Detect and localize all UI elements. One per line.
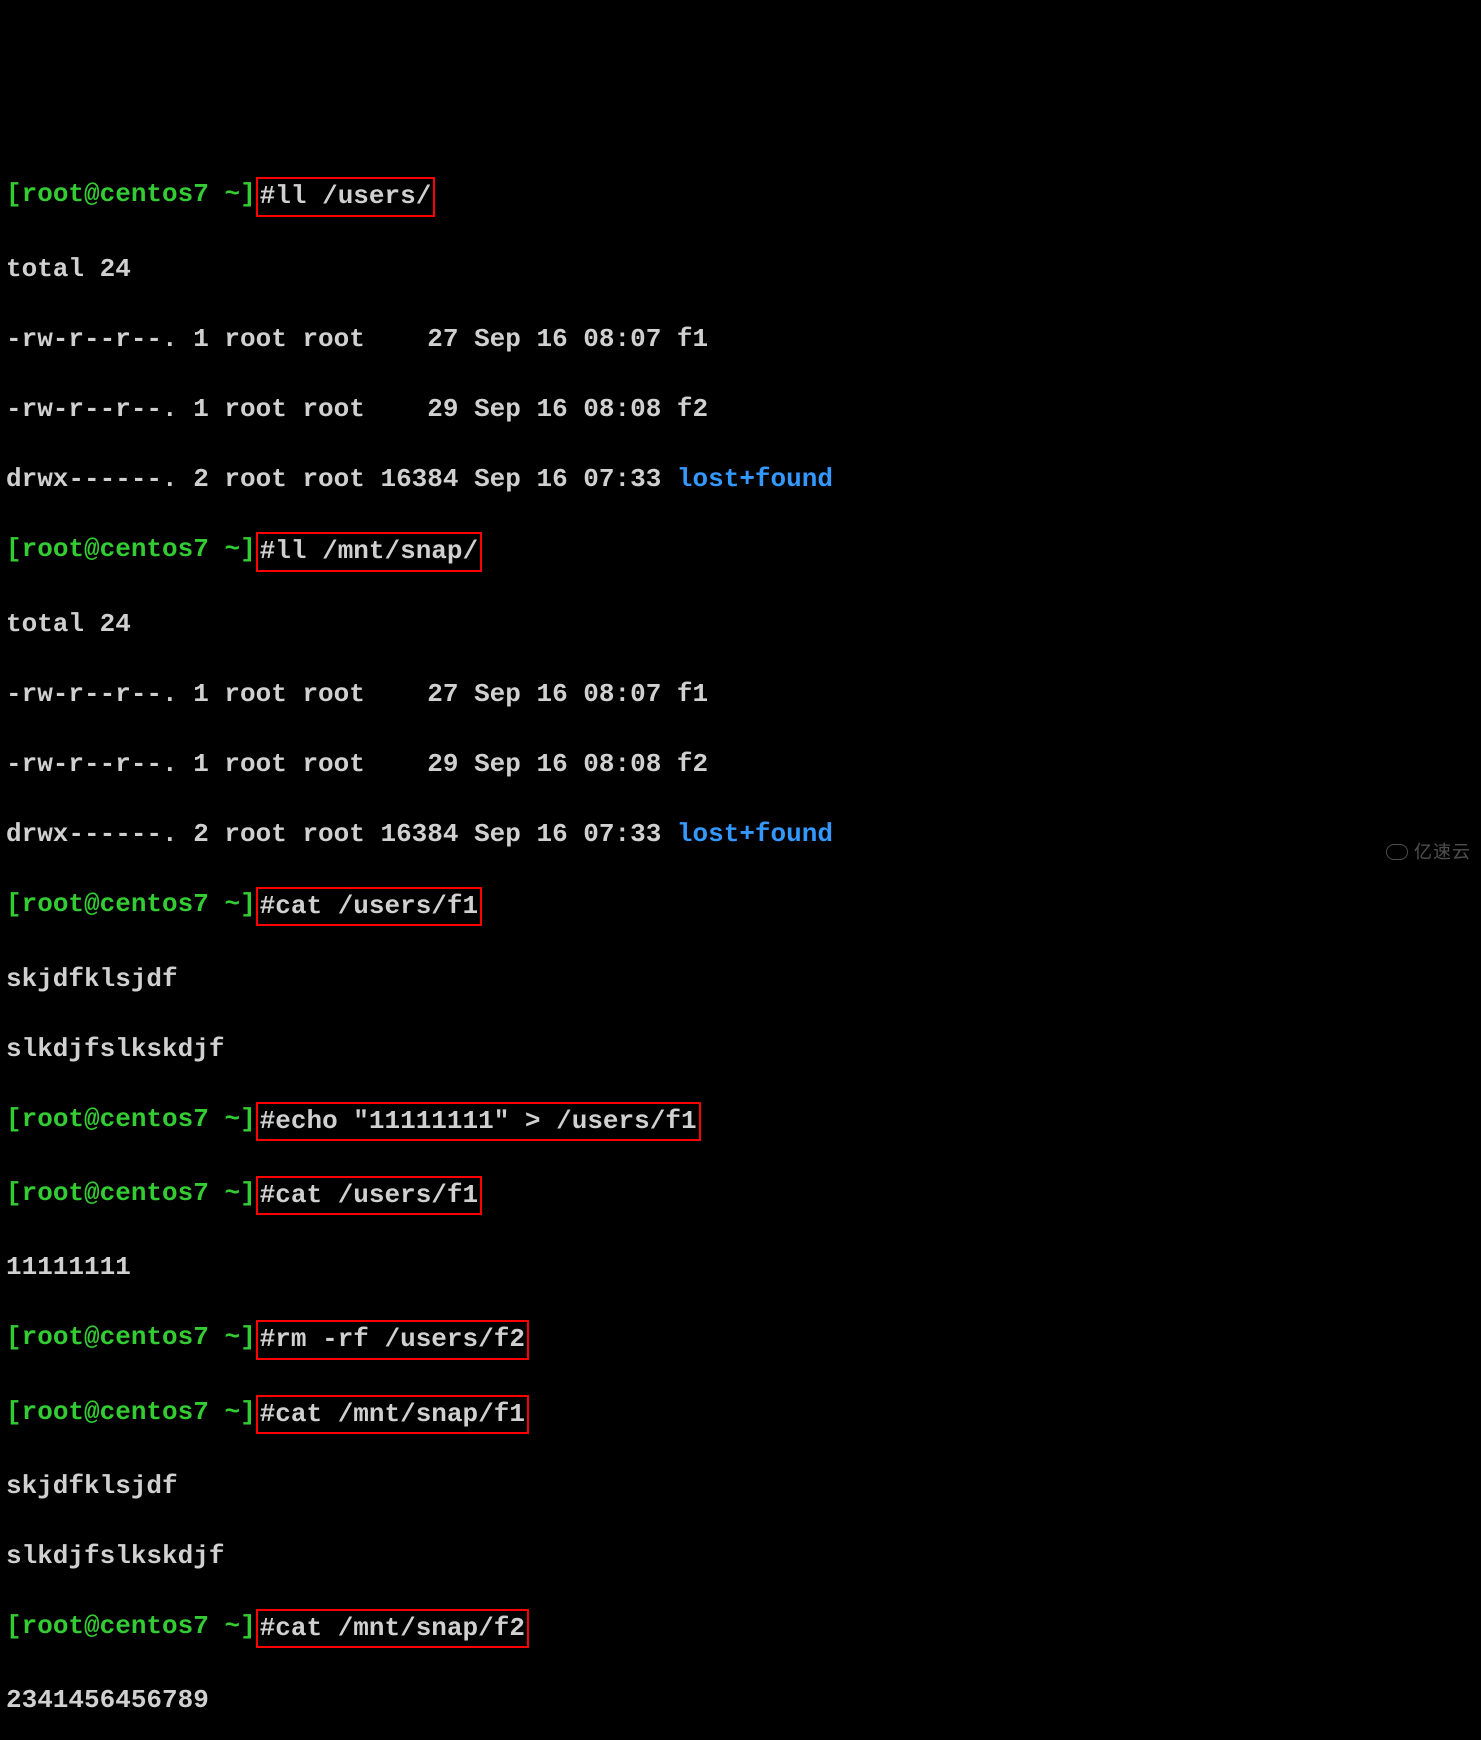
prompt-sep <box>209 1611 225 1641</box>
prompt-cwd: ~ <box>224 1397 240 1427</box>
highlighted-command: #rm -rf /users/f2 <box>256 1320 529 1359</box>
prompt-user-host: root@centos7 <box>22 1322 209 1352</box>
prompt-hash: # <box>260 1180 276 1210</box>
prompt-bracket-close: ] <box>240 889 256 919</box>
file-content-line: slkdjfslkskdjf <box>6 1032 1475 1067</box>
prompt-bracket-open: [ <box>6 534 22 564</box>
prompt-hash: # <box>260 536 276 566</box>
prompt-cwd: ~ <box>224 1178 240 1208</box>
prompt-bracket-close: ] <box>240 1322 256 1352</box>
prompt-sep <box>209 1322 225 1352</box>
line-cmd-7: [root@centos7 ~]#cat /mnt/snap/f1 <box>6 1395 1475 1434</box>
prompt-bracket-close: ] <box>240 534 256 564</box>
line-cmd-1: [root@centos7 ~]#ll /users/ <box>6 177 1475 216</box>
highlighted-command: #ll /users/ <box>256 177 436 216</box>
prompt-bracket-close: ] <box>240 1104 256 1134</box>
prompt-sep <box>209 179 225 209</box>
highlighted-command: #ll /mnt/snap/ <box>256 532 482 571</box>
command-text: rm -rf /users/f2 <box>275 1324 525 1354</box>
ls-dirname: lost+found <box>677 464 833 494</box>
output-total: total 24 <box>6 252 1475 287</box>
prompt-hash: # <box>260 1106 276 1136</box>
ls-row: -rw-r--r--. 1 root root 29 Sep 16 08:08 … <box>6 747 1475 782</box>
prompt-bracket-open: [ <box>6 1397 22 1427</box>
highlighted-command: #cat /mnt/snap/f1 <box>256 1395 529 1434</box>
prompt-user-host: root@centos7 <box>22 534 209 564</box>
ls-row-perm: drwx------. 2 root root 16384 Sep 16 07:… <box>6 464 677 494</box>
output-total: total 24 <box>6 607 1475 642</box>
command-text: ll /mnt/snap/ <box>275 536 478 566</box>
watermark: 亿速云 <box>1386 840 1471 864</box>
cloud-icon <box>1386 844 1408 860</box>
ls-row: -rw-r--r--. 1 root root 29 Sep 16 08:08 … <box>6 392 1475 427</box>
prompt-hash: # <box>260 891 276 921</box>
prompt-cwd: ~ <box>224 889 240 919</box>
command-text: ll /users/ <box>275 181 431 211</box>
line-cmd-5: [root@centos7 ~]#cat /users/f1 <box>6 1176 1475 1215</box>
ls-row-perm: drwx------. 2 root root 16384 Sep 16 07:… <box>6 819 677 849</box>
prompt-hash: # <box>260 1324 276 1354</box>
prompt-user-host: root@centos7 <box>22 1178 209 1208</box>
prompt-bracket-open: [ <box>6 179 22 209</box>
prompt-bracket-open: [ <box>6 1611 22 1641</box>
line-cmd-6: [root@centos7 ~]#rm -rf /users/f2 <box>6 1320 1475 1359</box>
prompt-bracket-open: [ <box>6 889 22 919</box>
prompt-bracket-close: ] <box>240 179 256 209</box>
prompt-bracket-close: ] <box>240 1178 256 1208</box>
prompt-hash: # <box>260 1613 276 1643</box>
prompt-sep <box>209 1104 225 1134</box>
prompt-sep <box>209 1178 225 1208</box>
prompt-cwd: ~ <box>224 1322 240 1352</box>
prompt-hash: # <box>260 181 276 211</box>
highlighted-command: #cat /users/f1 <box>256 1176 482 1215</box>
ls-dirname: lost+found <box>677 819 833 849</box>
prompt-bracket-open: [ <box>6 1178 22 1208</box>
prompt-cwd: ~ <box>224 179 240 209</box>
terminal-output[interactable]: [root@centos7 ~]#ll /users/ total 24 -rw… <box>6 142 1475 1740</box>
prompt-sep <box>209 889 225 919</box>
prompt-cwd: ~ <box>224 534 240 564</box>
command-text: cat /users/f1 <box>275 1180 478 1210</box>
prompt-bracket-open: [ <box>6 1322 22 1352</box>
prompt-cwd: ~ <box>224 1611 240 1641</box>
ls-row: drwx------. 2 root root 16384 Sep 16 07:… <box>6 817 1475 852</box>
prompt-bracket-close: ] <box>240 1611 256 1641</box>
command-text: cat /users/f1 <box>275 891 478 921</box>
file-content-line: skjdfklsjdf <box>6 962 1475 997</box>
highlighted-command: #cat /mnt/snap/f2 <box>256 1609 529 1648</box>
file-content-line: skjdfklsjdf <box>6 1469 1475 1504</box>
prompt-bracket-close: ] <box>240 1397 256 1427</box>
prompt-user-host: root@centos7 <box>22 889 209 919</box>
prompt-user-host: root@centos7 <box>22 1104 209 1134</box>
command-text: echo "11111111" > /users/f1 <box>275 1106 696 1136</box>
prompt-hash: # <box>260 1399 276 1429</box>
command-text: cat /mnt/snap/f2 <box>275 1613 525 1643</box>
prompt-cwd: ~ <box>224 1104 240 1134</box>
line-cmd-4: [root@centos7 ~]#echo "11111111" > /user… <box>6 1102 1475 1141</box>
ls-row: drwx------. 2 root root 16384 Sep 16 07:… <box>6 462 1475 497</box>
ls-row: -rw-r--r--. 1 root root 27 Sep 16 08:07 … <box>6 322 1475 357</box>
file-content-line: slkdjfslkskdjf <box>6 1539 1475 1574</box>
line-cmd-3: [root@centos7 ~]#cat /users/f1 <box>6 887 1475 926</box>
line-cmd-8: [root@centos7 ~]#cat /mnt/snap/f2 <box>6 1609 1475 1648</box>
prompt-user-host: root@centos7 <box>22 1611 209 1641</box>
highlighted-command: #echo "11111111" > /users/f1 <box>256 1102 701 1141</box>
prompt-user-host: root@centos7 <box>22 179 209 209</box>
prompt-sep <box>209 1397 225 1427</box>
file-content-line: 11111111 <box>6 1250 1475 1285</box>
prompt-bracket-open: [ <box>6 1104 22 1134</box>
command-text: cat /mnt/snap/f1 <box>275 1399 525 1429</box>
highlighted-command: #cat /users/f1 <box>256 887 482 926</box>
prompt-user-host: root@centos7 <box>22 1397 209 1427</box>
file-content-line: 2341456456789 <box>6 1683 1475 1718</box>
prompt-sep <box>209 534 225 564</box>
watermark-text: 亿速云 <box>1414 840 1471 864</box>
ls-row: -rw-r--r--. 1 root root 27 Sep 16 08:07 … <box>6 677 1475 712</box>
line-cmd-2: [root@centos7 ~]#ll /mnt/snap/ <box>6 532 1475 571</box>
